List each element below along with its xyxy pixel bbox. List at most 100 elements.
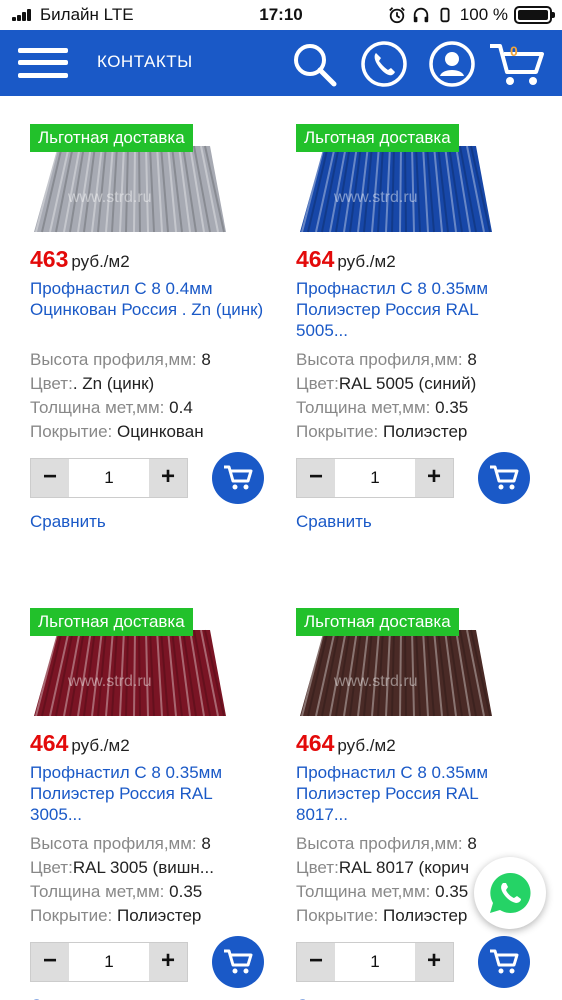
qty-minus-button[interactable]: − [297,459,335,497]
spec-value: Оцинкован [116,422,204,441]
spec-key: Покрытие: [30,906,117,925]
price: 464 руб./м2 [30,730,130,757]
spec-value: 8 [467,834,477,853]
spec-row: Высота профиля,мм: 8 [30,348,270,372]
cart-icon [490,465,519,490]
quantity-stepper: − + [30,458,188,498]
watermark: www.strd.ru [67,189,152,206]
product-title-link[interactable]: Профнастил С 8 0.35мм Полиэстер Россия R… [296,762,531,825]
spec-row: Толщина мет,мм: 0.35 [30,880,270,904]
spec-key: Цвет: [296,374,339,393]
qty-minus-button[interactable]: − [31,943,69,981]
spec-value: 8 [467,350,477,369]
headphones-icon [413,7,428,23]
watermark: www.strd.ru [333,189,418,206]
spec-row: Цвет:RAL 3005 (вишн... [30,856,270,880]
add-to-cart-button[interactable] [212,452,264,504]
contacts-link[interactable]: КОНТАКТЫ [97,52,193,72]
price-value: 464 [296,246,335,272]
whatsapp-button[interactable] [474,857,546,929]
price-unit: руб./м2 [71,252,130,271]
spec-value: Полиэстер [382,422,468,441]
price: 463 руб./м2 [30,246,130,273]
price-unit: руб./м2 [337,252,396,271]
cart-icon [224,465,253,490]
spec-key: Покрытие: [296,906,383,925]
watermark: www.strd.ru [333,673,418,690]
compare-link[interactable]: Сравнить [30,996,106,1000]
spec-value: Полиэстер [382,906,468,925]
spec-row: Покрытие: Полиэстер [30,904,270,928]
spec-key: Покрытие: [296,422,383,441]
spec-row: Цвет:. Zn (цинк) [30,372,270,396]
compare-link[interactable]: Сравнить [30,512,106,532]
orientation-lock-icon [440,7,450,23]
spec-key: Высота профиля,мм: [30,350,202,369]
spec-value: . Zn (цинк) [72,374,155,393]
spec-key: Высота профиля,мм: [296,350,468,369]
spec-row: Высота профиля,мм: 8 [30,832,270,856]
price: 464 руб./м2 [296,730,396,757]
phone-icon[interactable] [360,40,408,88]
add-to-cart-button[interactable] [478,452,530,504]
search-icon[interactable] [290,40,338,88]
spec-key: Цвет: [30,374,73,393]
cart-count-badge: 0 [510,43,518,59]
promo-badge: Льготная доставка [296,608,459,636]
spec-row: Высота профиля,мм: 8 [296,348,536,372]
status-bar: Билайн LTE 17:10 100 % [0,0,562,30]
price-unit: руб./м2 [337,736,396,755]
qty-plus-button[interactable]: + [149,943,187,981]
spec-value: 8 [201,350,211,369]
alarm-icon [388,7,405,24]
spec-list: Высота профиля,мм: 8 Цвет:RAL 3005 (вишн.… [30,832,270,928]
product-title-link[interactable]: Профнастил С 8 0.35мм Полиэстер Россия R… [296,278,531,341]
add-to-cart-button[interactable] [212,936,264,988]
qty-plus-button[interactable]: + [415,943,453,981]
quantity-stepper: − + [30,942,188,982]
spec-key: Толщина мет,мм: [30,398,170,417]
qty-input[interactable] [69,943,149,981]
spec-value: RAL 5005 (синий) [338,374,477,393]
qty-minus-button[interactable]: − [31,459,69,497]
qty-plus-button[interactable]: + [149,459,187,497]
spec-key: Толщина мет,мм: [296,882,436,901]
qty-input[interactable] [335,459,415,497]
price-value: 464 [296,730,335,756]
spec-value: 8 [201,834,211,853]
spec-value: 0.35 [435,398,469,417]
promo-badge: Льготная доставка [30,124,193,152]
spec-row: Покрытие: Полиэстер [296,420,536,444]
price-unit: руб./м2 [71,736,130,755]
spec-value: Полиэстер [116,906,202,925]
promo-badge: Льготная доставка [30,608,193,636]
spec-key: Покрытие: [30,422,117,441]
hamburger-icon[interactable] [18,48,68,78]
price-value: 464 [30,730,69,756]
quantity-stepper: − + [296,942,454,982]
spec-key: Высота профиля,мм: [296,834,468,853]
product-title-link[interactable]: Профнастил С 8 0.4мм Оцинкован Россия . … [30,278,265,320]
qty-input[interactable] [335,943,415,981]
battery-icon [514,6,555,24]
compare-link[interactable]: Сравнить [296,512,372,532]
qty-plus-button[interactable]: + [415,459,453,497]
add-to-cart-button[interactable] [478,936,530,988]
compare-link[interactable]: Сравнить [296,996,372,1000]
price-value: 463 [30,246,69,272]
cart-icon [490,949,519,974]
whatsapp-icon [490,872,531,913]
spec-key: Высота профиля,мм: [30,834,202,853]
spec-value: 0.4 [169,398,193,417]
user-icon[interactable] [428,40,476,88]
qty-input[interactable] [69,459,149,497]
product-title-link[interactable]: Профнастил С 8 0.35мм Полиэстер Россия R… [30,762,265,825]
cart-icon [224,949,253,974]
spec-row: Толщина мет,мм: 0.4 [30,396,270,420]
spec-row: Толщина мет,мм: 0.35 [296,396,536,420]
price: 464 руб./м2 [296,246,396,273]
qty-minus-button[interactable]: − [297,943,335,981]
spec-key: Цвет: [30,858,73,877]
spec-key: Толщина мет,мм: [30,882,170,901]
quantity-stepper: − + [296,458,454,498]
